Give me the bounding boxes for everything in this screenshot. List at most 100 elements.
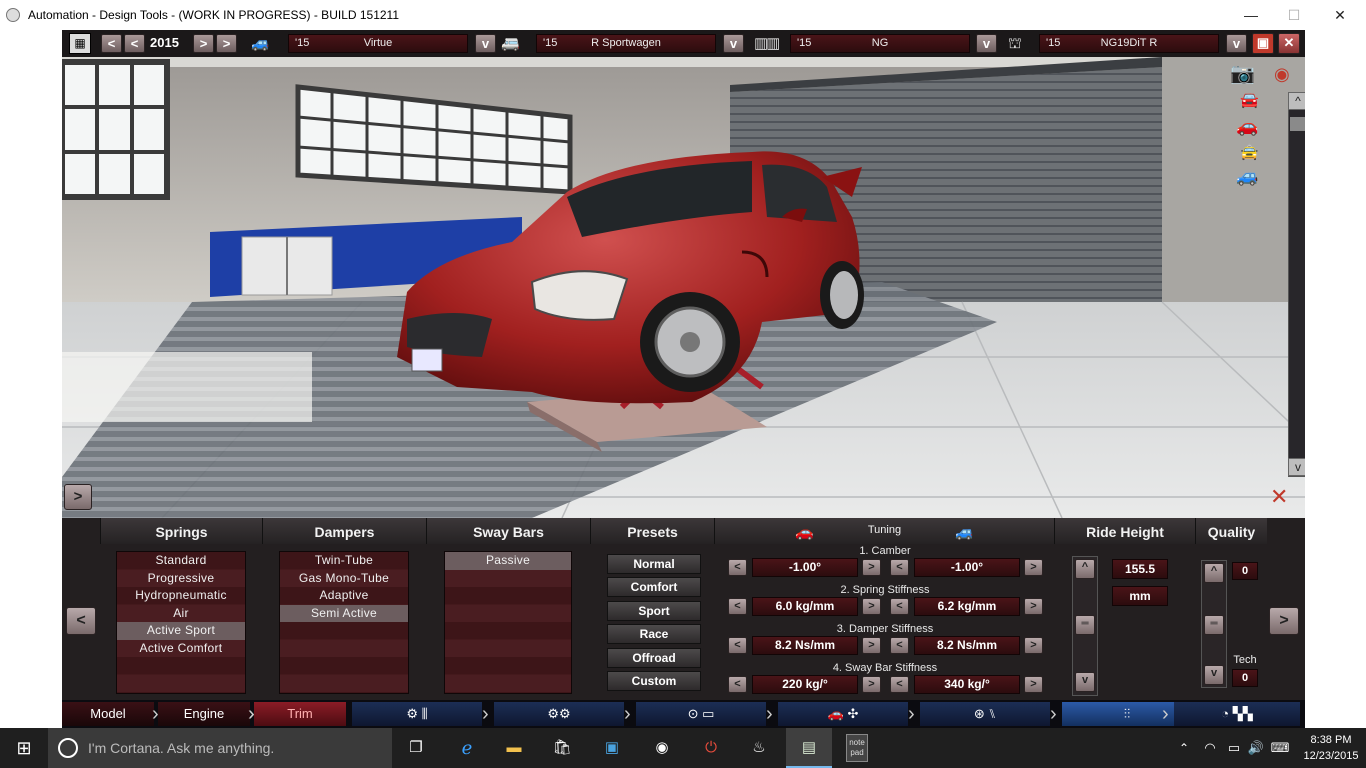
year-next-far-button[interactable]: > xyxy=(216,34,237,53)
volume-icon[interactable]: 🔊 xyxy=(1244,736,1268,760)
system-clock[interactable]: 8:38 PM 12/23/2015 xyxy=(1300,732,1362,764)
tuning-rear-decrease-button[interactable]: < xyxy=(890,559,909,576)
windows-start-icon[interactable]: ⊞ xyxy=(12,736,36,760)
nav-tab-trim[interactable]: Trim xyxy=(254,702,346,726)
tuning-rear-decrease-button[interactable]: < xyxy=(890,598,909,615)
engine-family-dropdown-button[interactable]: v xyxy=(976,34,997,53)
year-prev-button[interactable]: < xyxy=(124,34,145,53)
scroll-up-button[interactable]: ^ xyxy=(1288,92,1305,110)
quality-thumb[interactable]: ═ xyxy=(1204,615,1224,635)
tuning-rear-decrease-button[interactable]: < xyxy=(890,637,909,654)
springs-option[interactable]: Air xyxy=(117,605,245,623)
panel-next-button[interactable]: > xyxy=(1269,607,1299,635)
springs-option[interactable]: Active Sport xyxy=(117,622,245,640)
nav-aero-icon[interactable]: 🚗 ✣ xyxy=(778,702,908,726)
scroll-down-button[interactable]: v xyxy=(1288,458,1305,476)
notepad-icon[interactable]: note pad xyxy=(846,734,868,762)
camera-icon[interactable]: 📷 xyxy=(1230,64,1255,84)
panel-prev-button[interactable]: < xyxy=(66,607,96,635)
preset-button[interactable]: Normal xyxy=(607,554,701,574)
nav-suspension-icon[interactable]: ⫶⫶ xyxy=(1062,702,1192,726)
year-prev-far-button[interactable]: < xyxy=(101,34,122,53)
engine-family-field[interactable]: '15 NG xyxy=(790,34,970,53)
dampers-option[interactable]: Twin-Tube xyxy=(280,552,408,570)
trim-dropdown-button[interactable]: v xyxy=(723,34,744,53)
quality-slider[interactable]: ^ ═ v xyxy=(1201,560,1227,688)
tuning-front-decrease-button[interactable]: < xyxy=(728,676,747,693)
dampers-option[interactable]: Adaptive xyxy=(280,587,408,605)
car-3d-viewport[interactable]: 📷 ◉ 🚘 🚗 🚖 🚙 ^ v ✕ > xyxy=(62,57,1305,518)
expand-panel-button[interactable]: > xyxy=(64,484,92,510)
nav-engine-tuning-icon[interactable]: ⚙ ⫼ xyxy=(352,702,482,726)
eye-icon[interactable]: ◉ xyxy=(1274,65,1290,84)
trim-field[interactable]: '15 R Sportwagen xyxy=(536,34,716,53)
scroll-thumb[interactable] xyxy=(1290,117,1305,131)
car-rear-view-icon[interactable]: 🚖 xyxy=(1240,143,1259,162)
file-explorer-icon[interactable]: ▬ xyxy=(502,736,526,760)
view-scrollbar[interactable]: ^ v xyxy=(1288,92,1305,477)
model-field[interactable]: '15 Virtue xyxy=(288,34,468,53)
preset-button[interactable]: Comfort xyxy=(607,577,701,598)
tuning-rear-increase-button[interactable]: > xyxy=(1024,559,1043,576)
save-icon[interactable]: ▣ xyxy=(1252,33,1274,54)
springs-option[interactable]: Hydropneumatic xyxy=(117,587,245,605)
engine-variant-dropdown-button[interactable]: v xyxy=(1226,34,1247,53)
ride-height-slider[interactable]: ^ ═ v xyxy=(1072,556,1098,696)
tuning-front-increase-button[interactable]: > xyxy=(862,637,881,654)
edge-icon[interactable]: ℯ xyxy=(455,736,479,760)
nav-testing-icon[interactable]: ◔ ▚▚ xyxy=(1174,702,1300,726)
language-icon[interactable]: ⌨ xyxy=(1268,736,1292,760)
tuning-rear-decrease-button[interactable]: < xyxy=(890,676,909,693)
tuning-front-decrease-button[interactable]: < xyxy=(728,637,747,654)
nav-brakes-icon[interactable]: ⊙ ▭ xyxy=(636,702,766,726)
tuning-rear-increase-button[interactable]: > xyxy=(1024,676,1043,693)
task-view-icon[interactable]: ❐ xyxy=(404,736,428,760)
car-top-view-icon[interactable]: 🚙 xyxy=(1236,167,1258,186)
model-dropdown-button[interactable]: v xyxy=(475,34,496,53)
power-app-icon[interactable]: ⏻ xyxy=(699,736,723,760)
springs-option[interactable]: Active Comfort xyxy=(117,640,245,658)
tuning-front-decrease-button[interactable]: < xyxy=(728,559,747,576)
wifi-icon[interactable]: ◠ xyxy=(1198,736,1222,760)
quality-down-button[interactable]: v xyxy=(1204,665,1224,685)
springs-option[interactable]: Progressive xyxy=(117,570,245,588)
dampers-option[interactable]: Semi Active xyxy=(280,604,408,622)
close-designer-button[interactable]: ✕ xyxy=(1278,33,1300,54)
tuning-front-increase-button[interactable]: > xyxy=(862,676,881,693)
engine-variant-field[interactable]: '15 NG19DiT R xyxy=(1039,34,1219,53)
reset-view-icon[interactable]: ✕ xyxy=(1270,486,1288,508)
tuning-front-increase-button[interactable]: > xyxy=(862,598,881,615)
chrome-icon[interactable]: ◉ xyxy=(650,736,674,760)
nav-tab-engine[interactable]: Engine xyxy=(158,702,250,726)
year-next-button[interactable]: > xyxy=(193,34,214,53)
store-icon[interactable]: 🛍 xyxy=(550,736,574,760)
tuning-front-increase-button[interactable]: > xyxy=(862,559,881,576)
calendar-icon[interactable]: ▦ xyxy=(69,33,91,54)
automation-taskbar-button[interactable]: ▤ xyxy=(786,728,832,768)
dampers-option[interactable]: Gas Mono-Tube xyxy=(280,570,408,588)
car-front-view-icon[interactable]: 🚘 xyxy=(1240,91,1259,110)
ride-height-up-button[interactable]: ^ xyxy=(1075,559,1095,579)
quality-up-button[interactable]: ^ xyxy=(1204,563,1224,583)
nav-interior-icon[interactable]: ⊛ ⑊ xyxy=(920,702,1050,726)
cortana-search-box[interactable]: I'm Cortana. Ask me anything. xyxy=(48,728,392,768)
close-window-button[interactable]: ✕ xyxy=(1317,0,1363,30)
nav-drivetrain-icon[interactable]: ⚙⚙ xyxy=(494,702,624,726)
tuning-rear-increase-button[interactable]: > xyxy=(1024,637,1043,654)
steam-icon[interactable]: ♨ xyxy=(747,736,771,760)
battery-icon[interactable]: ▭ xyxy=(1222,736,1246,760)
car-side-view-icon[interactable]: 🚗 xyxy=(1236,117,1258,136)
app-tile-icon[interactable]: ▣ xyxy=(600,736,624,760)
tray-expand-icon[interactable]: ⌃ xyxy=(1172,736,1196,760)
sway-bars-option[interactable]: Passive xyxy=(445,552,571,570)
tuning-rear-increase-button[interactable]: > xyxy=(1024,598,1043,615)
springs-option[interactable]: Standard xyxy=(117,552,245,570)
preset-button[interactable]: Sport xyxy=(607,600,701,621)
preset-button[interactable]: Offroad xyxy=(607,647,701,668)
nav-tab-model[interactable]: Model xyxy=(62,702,154,726)
ride-height-down-button[interactable]: v xyxy=(1075,672,1095,692)
preset-button[interactable]: Race xyxy=(607,624,701,645)
ride-height-thumb[interactable]: ═ xyxy=(1075,615,1095,635)
maximize-button[interactable]: ☐ xyxy=(1271,0,1317,30)
minimize-button[interactable]: — xyxy=(1228,0,1274,30)
